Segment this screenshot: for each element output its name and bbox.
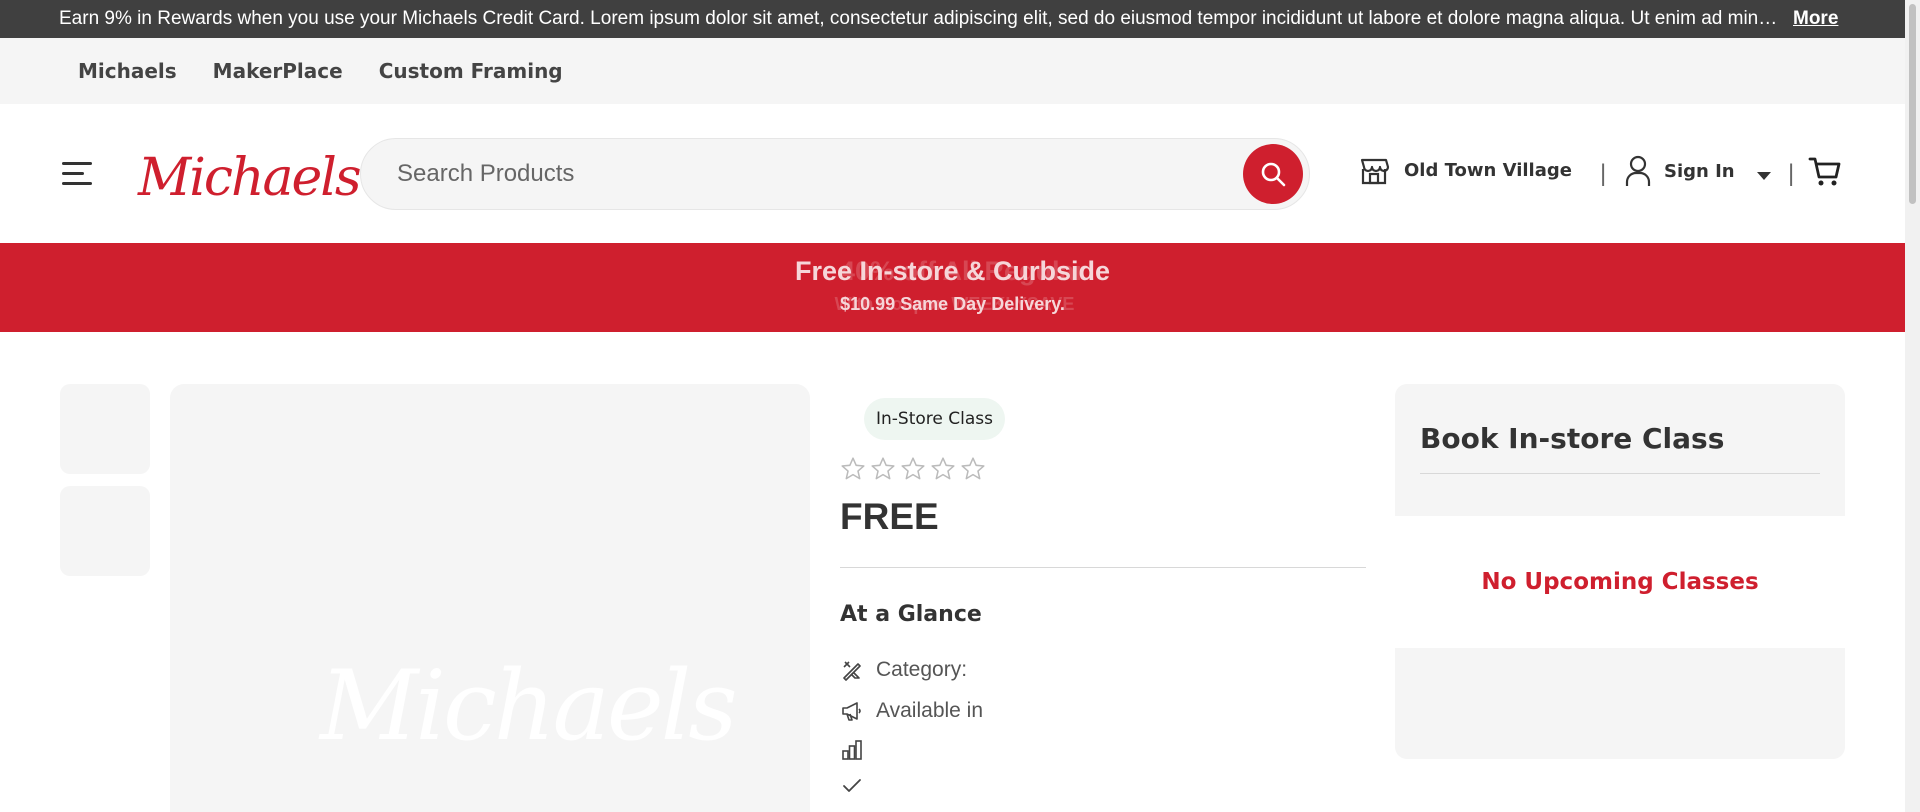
store-label: Old Town Village bbox=[1404, 159, 1572, 181]
search-input[interactable] bbox=[397, 139, 1217, 209]
scrollbar-thumb[interactable] bbox=[1909, 4, 1916, 204]
brand-nav-michaels[interactable]: Michaels bbox=[78, 59, 177, 83]
product-image: Michaels bbox=[170, 384, 810, 812]
checkmark-row bbox=[840, 774, 876, 798]
skill-level-row bbox=[840, 738, 876, 762]
promo-bar: Earn 9% in Rewards when you use your Mic… bbox=[0, 0, 1905, 38]
star-icon bbox=[931, 457, 955, 480]
michaels-logo[interactable]: Michaels bbox=[138, 148, 362, 208]
banner-subtitle: $10.99 Same Day Delivery. bbox=[840, 294, 1065, 314]
promo-text: Earn 9% in Rewards when you use your Mic… bbox=[59, 8, 1779, 29]
checkmark-icon bbox=[840, 774, 864, 798]
product-price: FREE bbox=[840, 496, 939, 537]
divider bbox=[1420, 473, 1820, 474]
promo-banner[interactable]: 40% off All Regular Free In-store & Curb… bbox=[0, 243, 1905, 332]
promo-more-link[interactable]: More bbox=[1793, 0, 1838, 38]
search-button[interactable] bbox=[1243, 144, 1303, 204]
no-classes-label: No Upcoming Classes bbox=[1481, 569, 1759, 595]
bar-chart-icon bbox=[840, 738, 864, 762]
store-selector[interactable]: Old Town Village bbox=[1358, 154, 1572, 186]
category-label: Category: bbox=[876, 658, 968, 681]
at-a-glance-heading: At a Glance bbox=[840, 602, 982, 627]
store-icon bbox=[1360, 158, 1390, 185]
divider bbox=[840, 567, 1366, 568]
product-thumbnail[interactable] bbox=[60, 486, 150, 576]
star-icon bbox=[841, 457, 865, 480]
book-class-title: Book In-store Class bbox=[1420, 422, 1725, 455]
user-icon bbox=[1625, 155, 1651, 186]
category-row: Category: bbox=[840, 658, 967, 682]
search-bar bbox=[360, 138, 1310, 210]
sign-in-label: Sign In bbox=[1664, 160, 1735, 182]
brand-nav-makerplace[interactable]: MakerPlace bbox=[213, 59, 343, 83]
star-icon bbox=[961, 457, 985, 480]
sign-in-button[interactable]: Sign In bbox=[1624, 154, 1735, 188]
cart-icon bbox=[1808, 157, 1841, 186]
book-class-panel: Book In-store Class No Upcoming Classes bbox=[1395, 384, 1845, 759]
star-icon bbox=[901, 457, 925, 480]
header-separator: | bbox=[1788, 160, 1795, 187]
class-type-badge: In-Store Class bbox=[864, 398, 1005, 440]
rating-stars[interactable] bbox=[840, 456, 990, 482]
availability-row: Available in bbox=[840, 699, 983, 723]
brand-nav: Michaels MakerPlace Custom Framing bbox=[0, 38, 1905, 104]
image-placeholder-logo: Michaels bbox=[320, 650, 738, 762]
menu-icon[interactable] bbox=[62, 162, 92, 186]
page-scrollbar[interactable] bbox=[1905, 0, 1920, 812]
product-thumbnail[interactable] bbox=[60, 384, 150, 474]
site-header: Michaels Old Town Village | Sign In | bbox=[0, 104, 1905, 243]
cart-button[interactable] bbox=[1808, 156, 1842, 193]
search-icon bbox=[1261, 162, 1286, 187]
no-classes-message: No Upcoming Classes bbox=[1395, 516, 1845, 648]
availability-label: Available in bbox=[876, 699, 984, 722]
brand-nav-custom-framing[interactable]: Custom Framing bbox=[379, 59, 563, 83]
craft-tools-icon bbox=[840, 658, 864, 682]
banner-title: Free In-store & Curbside bbox=[794, 256, 1111, 286]
star-icon bbox=[871, 457, 895, 480]
chevron-down-icon[interactable] bbox=[1757, 172, 1771, 180]
header-separator: | bbox=[1600, 160, 1607, 187]
megaphone-icon bbox=[840, 699, 864, 723]
